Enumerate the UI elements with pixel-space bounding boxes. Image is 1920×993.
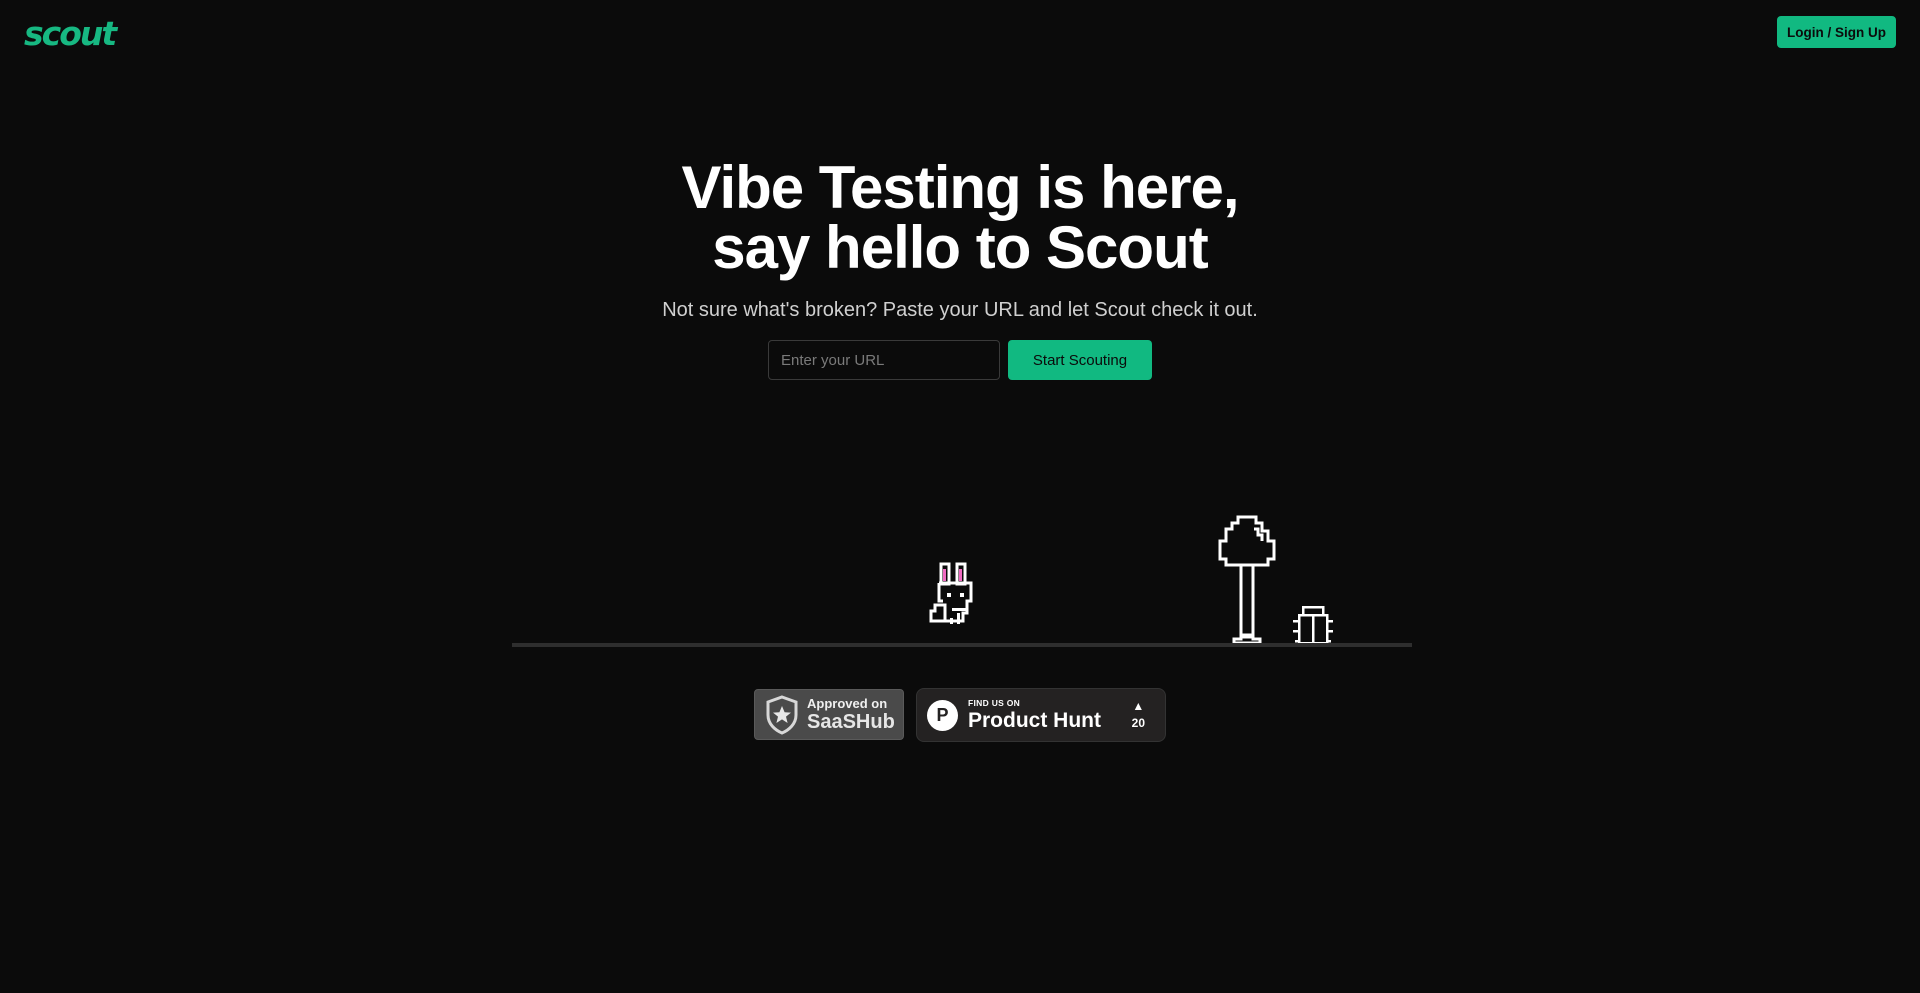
producthunt-votes: ▲ 20 bbox=[1132, 699, 1145, 730]
scout-logo[interactable]: scout bbox=[24, 14, 117, 54]
producthunt-logo-icon: P bbox=[927, 699, 958, 731]
hero-title-line-2: say hello to Scout bbox=[712, 214, 1208, 281]
shield-star-icon bbox=[766, 694, 798, 735]
hero-subtitle: Not sure what's broken? Paste your URL a… bbox=[662, 299, 1258, 321]
bug-icon bbox=[1293, 605, 1333, 645]
start-scouting-button[interactable]: Start Scouting bbox=[1008, 340, 1152, 380]
producthunt-badge[interactable]: P FIND US ON Product Hunt ▲ 20 bbox=[916, 688, 1166, 742]
producthunt-name-label: Product Hunt bbox=[968, 708, 1101, 732]
ground-line bbox=[512, 643, 1412, 647]
url-input[interactable] bbox=[768, 340, 1000, 380]
saashub-name-label: SaaSHub bbox=[807, 711, 895, 733]
login-signup-button[interactable]: Login / Sign Up bbox=[1777, 16, 1896, 48]
tree-icon bbox=[1218, 515, 1276, 645]
producthunt-find-label: FIND US ON bbox=[968, 698, 1021, 709]
hero-title-line-1: Vibe Testing is here, bbox=[681, 154, 1240, 221]
saashub-badge[interactable]: Approved on SaaSHub bbox=[754, 689, 904, 740]
bunny-icon bbox=[929, 562, 973, 624]
pixel-scene bbox=[929, 515, 1333, 645]
upvote-arrow-icon: ▲ bbox=[1132, 699, 1145, 713]
hero-title: Vibe Testing is here, say hello to Scout bbox=[0, 158, 1920, 278]
saashub-approved-label: Approved on bbox=[807, 696, 888, 711]
upvote-count: 20 bbox=[1131, 716, 1145, 730]
